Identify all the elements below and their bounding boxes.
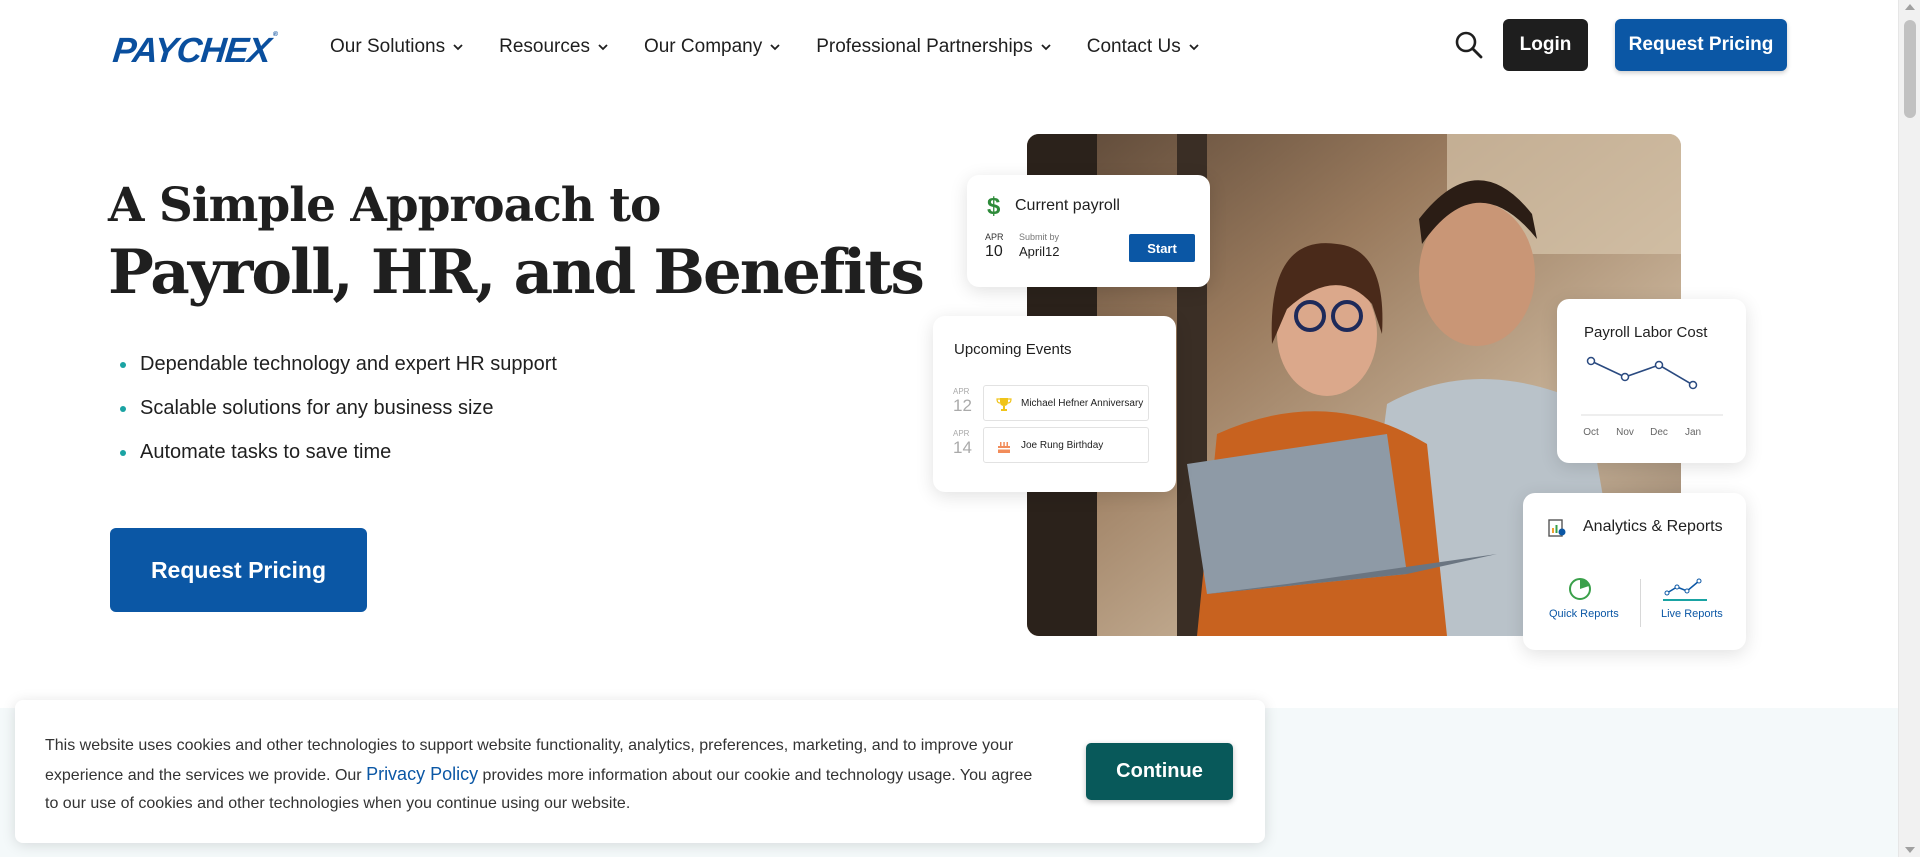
cookie-text: This website uses cookies and other tech… — [45, 732, 1045, 818]
nav-label: Contact Us — [1086, 36, 1181, 57]
chart-tick-label: Oct — [1583, 427, 1599, 438]
cookie-banner: This website uses cookies and other tech… — [15, 700, 1265, 843]
submit-by-value: April12 — [1019, 244, 1060, 259]
submit-by-label: Submit by — [1019, 232, 1060, 242]
list-item: Scalable solutions for any business size — [120, 394, 557, 438]
line-chart-icon — [1663, 578, 1707, 601]
card-title: Analytics & Reports — [1583, 518, 1723, 535]
event-day: 12 — [953, 396, 972, 415]
privacy-policy-link[interactable]: Privacy Policy — [366, 764, 478, 784]
chart-tick-label: Dec — [1650, 427, 1668, 438]
chart-tick-label: Jan — [1685, 427, 1701, 438]
search-icon[interactable] — [1454, 30, 1484, 60]
hero-bullets: Dependable technology and expert HR supp… — [120, 350, 557, 482]
divider — [1640, 579, 1641, 627]
card-title: Current payroll — [1015, 197, 1120, 214]
payroll-labor-cost-card: Payroll Labor Cost Oct Nov Dec Jan — [1557, 299, 1746, 463]
nav-label: Our Company — [643, 36, 763, 57]
pie-chart-icon — [1569, 578, 1591, 600]
dollar-icon: $ — [987, 193, 1001, 220]
event-label: Michael Hefner Anniversary — [1021, 398, 1144, 409]
nav-label: Professional Partnerships — [816, 36, 1033, 57]
chevron-down-icon — [770, 44, 780, 51]
main-nav: Our Solutions Resources Our Company Prof… — [330, 36, 1235, 58]
payroll-day: 10 — [985, 243, 1003, 260]
chevron-down-icon — [1189, 44, 1199, 51]
chart-point — [1688, 380, 1698, 390]
scroll-thumb[interactable] — [1904, 20, 1916, 118]
hero-title: A Simple Approach to Payroll, HR, and Be… — [108, 178, 925, 310]
chevron-down-icon — [453, 44, 463, 51]
event-box: Michael Hefner Anniversary — [983, 385, 1149, 421]
hero-title-line1: A Simple Approach to — [108, 178, 661, 233]
list-item: Dependable technology and expert HR supp… — [120, 350, 557, 394]
event-day: 14 — [953, 438, 972, 457]
payroll-month: APR — [985, 232, 1004, 242]
chart-tick-label: Nov — [1616, 427, 1634, 438]
upcoming-events-card: Upcoming Events APR 12 Michael Hefner An… — [933, 316, 1176, 492]
current-payroll-card: $ Current payroll APR 10 Submit by April… — [967, 175, 1210, 287]
chart-point — [1586, 356, 1596, 366]
nav-our-solutions[interactable]: Our Solutions — [330, 36, 464, 58]
labor-cost-chart: Oct Nov Dec Jan — [1581, 356, 1723, 438]
nav-our-company[interactable]: Our Company — [644, 36, 781, 58]
event-row: APR 14 Joe Rung Birthday — [953, 427, 1153, 463]
event-label: Joe Rung Birthday — [1021, 440, 1104, 451]
analytics-reports-card: Analytics & Reports Quick Reports Live R… — [1523, 493, 1746, 650]
request-pricing-button-header[interactable]: Request Pricing — [1615, 19, 1787, 71]
continue-button[interactable]: Continue — [1086, 743, 1233, 800]
quick-reports-link[interactable]: Quick Reports — [1549, 608, 1619, 620]
hero-title-line2: Payroll, HR, and Benefits — [108, 237, 925, 308]
nav-contact-us[interactable]: Contact Us — [1087, 36, 1200, 58]
event-box: Joe Rung Birthday — [983, 427, 1149, 463]
event-month: APR — [953, 387, 970, 396]
trophy-icon — [996, 398, 1012, 411]
list-item: Automate tasks to save time — [120, 438, 557, 482]
nav-professional-partnerships[interactable]: Professional Partnerships — [816, 36, 1052, 58]
chart-point — [1654, 360, 1664, 370]
site-header: PAYCHEX® Our Solutions Resources Our Com… — [0, 0, 1898, 100]
nav-resources[interactable]: Resources — [499, 36, 609, 58]
report-icon — [1548, 519, 1566, 537]
chevron-down-icon — [598, 44, 608, 51]
paychex-logo[interactable]: PAYCHEX® — [111, 31, 277, 71]
scroll-up-arrow[interactable] — [1905, 4, 1915, 10]
card-title: Upcoming Events — [954, 341, 1072, 358]
login-button[interactable]: Login — [1503, 19, 1588, 71]
scroll-down-arrow[interactable] — [1905, 847, 1915, 853]
scrollbar[interactable] — [1898, 0, 1920, 857]
chevron-down-icon — [1041, 44, 1051, 51]
live-reports-link[interactable]: Live Reports — [1661, 608, 1723, 620]
nav-label: Resources — [499, 36, 590, 57]
event-row: APR 12 Michael Hefner Anniversary — [953, 385, 1153, 421]
request-pricing-button-hero[interactable]: Request Pricing — [110, 528, 367, 612]
start-button[interactable]: Start — [1129, 234, 1195, 262]
nav-label: Our Solutions — [330, 36, 446, 57]
event-month: APR — [953, 429, 970, 438]
cake-icon — [998, 442, 1010, 453]
chart-line — [1590, 360, 1694, 386]
chart-point — [1620, 372, 1630, 382]
